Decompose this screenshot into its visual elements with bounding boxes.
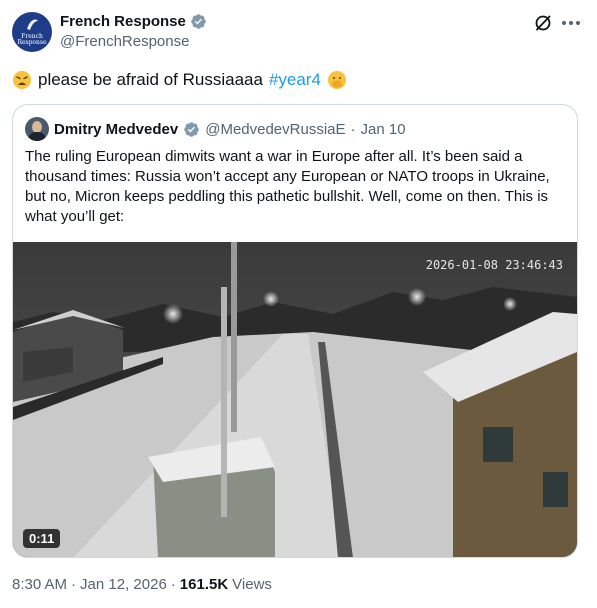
meta-separator: · (170, 576, 176, 593)
author-block: French Response @FrenchResponse (60, 13, 207, 50)
quoted-post-card[interactable]: Dmitry Medvedev @MedvedevRussiaE · Jan 1… (12, 104, 578, 558)
quote-date[interactable]: Jan 10 (361, 121, 406, 138)
quote-author-handle[interactable]: @MedvedevRussiaE (205, 121, 345, 138)
views-count: 161.5K (179, 576, 229, 593)
avatar-text: French Response (17, 33, 47, 46)
author-handle[interactable]: @FrenchResponse (60, 33, 207, 50)
grok-icon[interactable] (533, 13, 553, 33)
avatar-logo-icon (27, 19, 38, 30)
post-time[interactable]: 8:30 AM (12, 576, 67, 593)
author-display-name[interactable]: French Response (60, 13, 186, 30)
video-duration-badge: 0:11 (23, 529, 61, 548)
face-with-hand-over-mouth-icon (327, 71, 346, 89)
video-player[interactable]: 2026-01-08 23:46:43 0:11 (13, 242, 577, 557)
video-frame (13, 242, 577, 557)
weary-face-icon (13, 71, 31, 89)
post-meta: 8:30 AM · Jan 12, 2026 · 161.5K Views (12, 576, 272, 593)
quote-author-avatar[interactable] (25, 117, 49, 141)
quote-author-name[interactable]: Dmitry Medvedev (54, 121, 178, 138)
quote-verified-badge-icon (184, 121, 199, 137)
meta-separator: · (71, 576, 77, 593)
quote-separator: · (350, 120, 356, 138)
post-body: please be afraid of Russiaaaa (38, 70, 263, 89)
hashtag-link[interactable]: #year4 (269, 68, 321, 92)
more-icon[interactable] (560, 12, 582, 34)
author-avatar[interactable]: French Response (12, 12, 52, 52)
video-timestamp-overlay: 2026-01-08 23:46:43 (425, 258, 563, 272)
views-label: Views (232, 576, 272, 593)
verified-badge-icon (191, 14, 206, 29)
quote-text: The ruling European dimwits want a war i… (25, 148, 550, 225)
quote-header: Dmitry Medvedev @MedvedevRussiaE · Jan 1… (25, 117, 406, 141)
post-date[interactable]: Jan 12, 2026 (80, 576, 167, 593)
post-text: please be afraid of Russiaaaa #year4 (12, 68, 347, 92)
